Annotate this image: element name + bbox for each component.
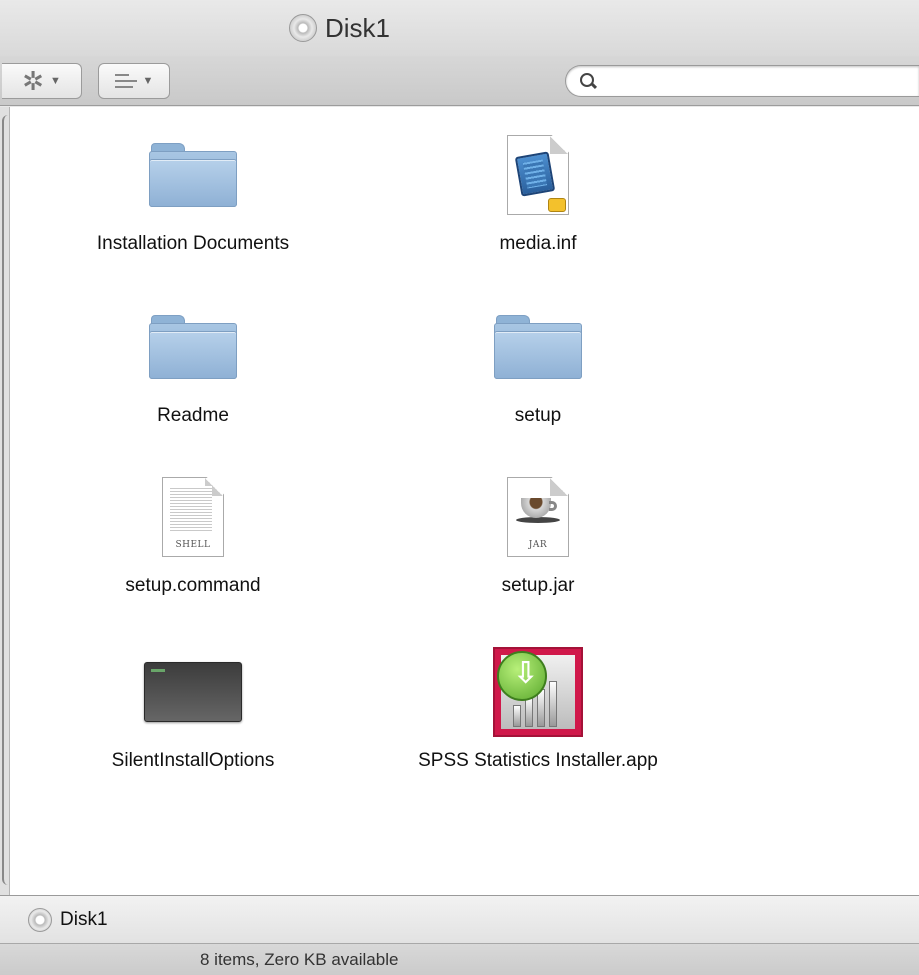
file-label: setup.command <box>125 575 261 596</box>
file-label: setup <box>514 405 562 426</box>
window-title-group: Disk1 <box>288 12 390 44</box>
path-item-disk1[interactable]: Disk1 <box>60 909 108 931</box>
disc-icon <box>28 907 52 932</box>
path-bar: Disk1 <box>0 895 919 943</box>
spss-app-icon: ⇩ <box>493 647 583 737</box>
sidebar-edge[interactable] <box>0 107 10 895</box>
search-input[interactable] <box>604 72 919 90</box>
status-text: 8 items, Zero KB available <box>200 950 399 969</box>
status-bar: 8 items, Zero KB available <box>0 943 919 975</box>
disc-icon <box>288 14 317 42</box>
action-menu-button[interactable]: ✲ ▼ <box>2 63 82 99</box>
shell-script-icon: SHELL <box>162 477 224 557</box>
toolbar: ✲ ▼ ▼ <box>0 56 919 106</box>
chevron-down-icon: ▼ <box>49 75 61 87</box>
folder-icon <box>149 143 237 207</box>
search-icon <box>580 73 596 89</box>
chevron-down-icon: ▼ <box>142 75 154 87</box>
file-label: SilentInstallOptions <box>111 750 275 771</box>
gear-icon: ✲ <box>22 66 44 96</box>
file-label: media.inf <box>499 233 577 254</box>
arrange-menu-button[interactable]: ▼ <box>98 63 170 99</box>
document-icon <box>507 135 569 215</box>
folder-icon <box>149 315 237 379</box>
file-icon-view[interactable]: Installation Documents media.inf Readme … <box>10 107 919 895</box>
file-item-setup-command[interactable]: SHELL setup.command <box>43 467 343 597</box>
file-label: SPSS Statistics Installer.app <box>418 750 658 771</box>
title-bar: Disk1 <box>0 0 919 56</box>
file-item-readme[interactable]: Readme <box>43 297 343 427</box>
folder-icon <box>494 315 582 379</box>
arrange-lines-icon <box>114 74 137 88</box>
file-item-setup[interactable]: setup <box>388 297 688 427</box>
file-label: Installation Documents <box>96 233 290 254</box>
file-item-media-inf[interactable]: media.inf <box>388 125 688 255</box>
terminal-document-icon <box>144 662 242 722</box>
file-item-spss-installer-app[interactable]: ⇩ SPSS Statistics Installer.app <box>388 642 688 772</box>
file-label: setup.jar <box>501 575 575 596</box>
file-item-setup-jar[interactable]: JAR setup.jar <box>388 467 688 597</box>
file-item-installation-documents[interactable]: Installation Documents <box>43 125 343 255</box>
file-item-silent-install-options[interactable]: SilentInstallOptions <box>43 642 343 772</box>
jar-file-icon: JAR <box>507 477 569 557</box>
window-title: Disk1 <box>324 12 390 43</box>
search-field[interactable] <box>565 65 919 97</box>
file-label: Readme <box>157 405 229 426</box>
